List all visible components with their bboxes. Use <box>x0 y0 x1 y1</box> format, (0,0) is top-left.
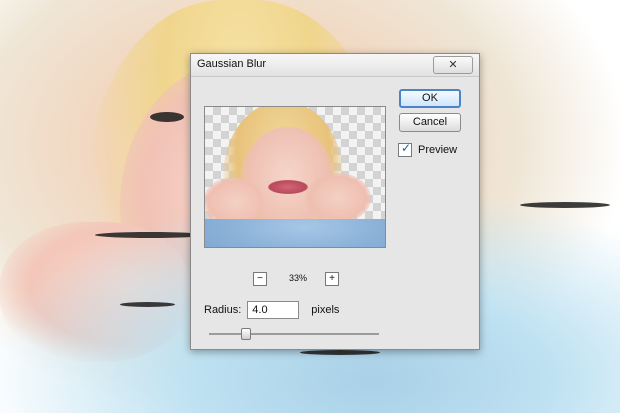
preview-hand-right <box>305 173 371 223</box>
radius-label: Radius: <box>204 304 242 316</box>
zoom-in-button[interactable]: + <box>325 272 339 286</box>
close-icon: ✕ <box>448 59 458 71</box>
preview-checkbox[interactable]: ✓ <box>398 141 412 157</box>
zoom-level: 33% <box>288 273 307 283</box>
ink-stroke <box>520 202 610 208</box>
preview-mouth <box>268 180 308 194</box>
dialog-titlebar: Gaussian Blur ✕ <box>191 54 479 77</box>
radius-input[interactable]: 4.0 <box>247 301 300 319</box>
ink-stroke <box>150 112 184 122</box>
ink-stroke <box>95 232 205 238</box>
gaussian-blur-dialog: Gaussian Blur ✕ OK Cancel ✓ Preview − 33… <box>190 53 480 350</box>
checkmark-icon: ✓ <box>401 141 412 155</box>
radius-slider[interactable] <box>209 327 379 341</box>
radius-row: Radius: 4.0 pixels <box>204 300 339 320</box>
zoom-controls: − 33% + <box>253 272 343 286</box>
ink-stroke <box>300 350 380 355</box>
radius-slider-track <box>209 333 379 335</box>
dialog-title: Gaussian Blur <box>197 58 267 70</box>
preview-shirt <box>205 219 385 247</box>
close-button[interactable]: ✕ <box>433 56 473 74</box>
preview-label: Preview <box>418 144 458 156</box>
ok-button[interactable]: OK <box>399 89 461 108</box>
radius-slider-thumb[interactable] <box>241 328 251 340</box>
cancel-button[interactable]: Cancel <box>399 113 461 132</box>
radius-unit-label: pixels <box>311 304 340 316</box>
zoom-out-button[interactable]: − <box>253 272 267 286</box>
preview-image[interactable] <box>204 106 386 248</box>
ink-stroke <box>120 302 175 307</box>
preview-checkbox-row[interactable]: ✓ Preview <box>398 141 458 158</box>
